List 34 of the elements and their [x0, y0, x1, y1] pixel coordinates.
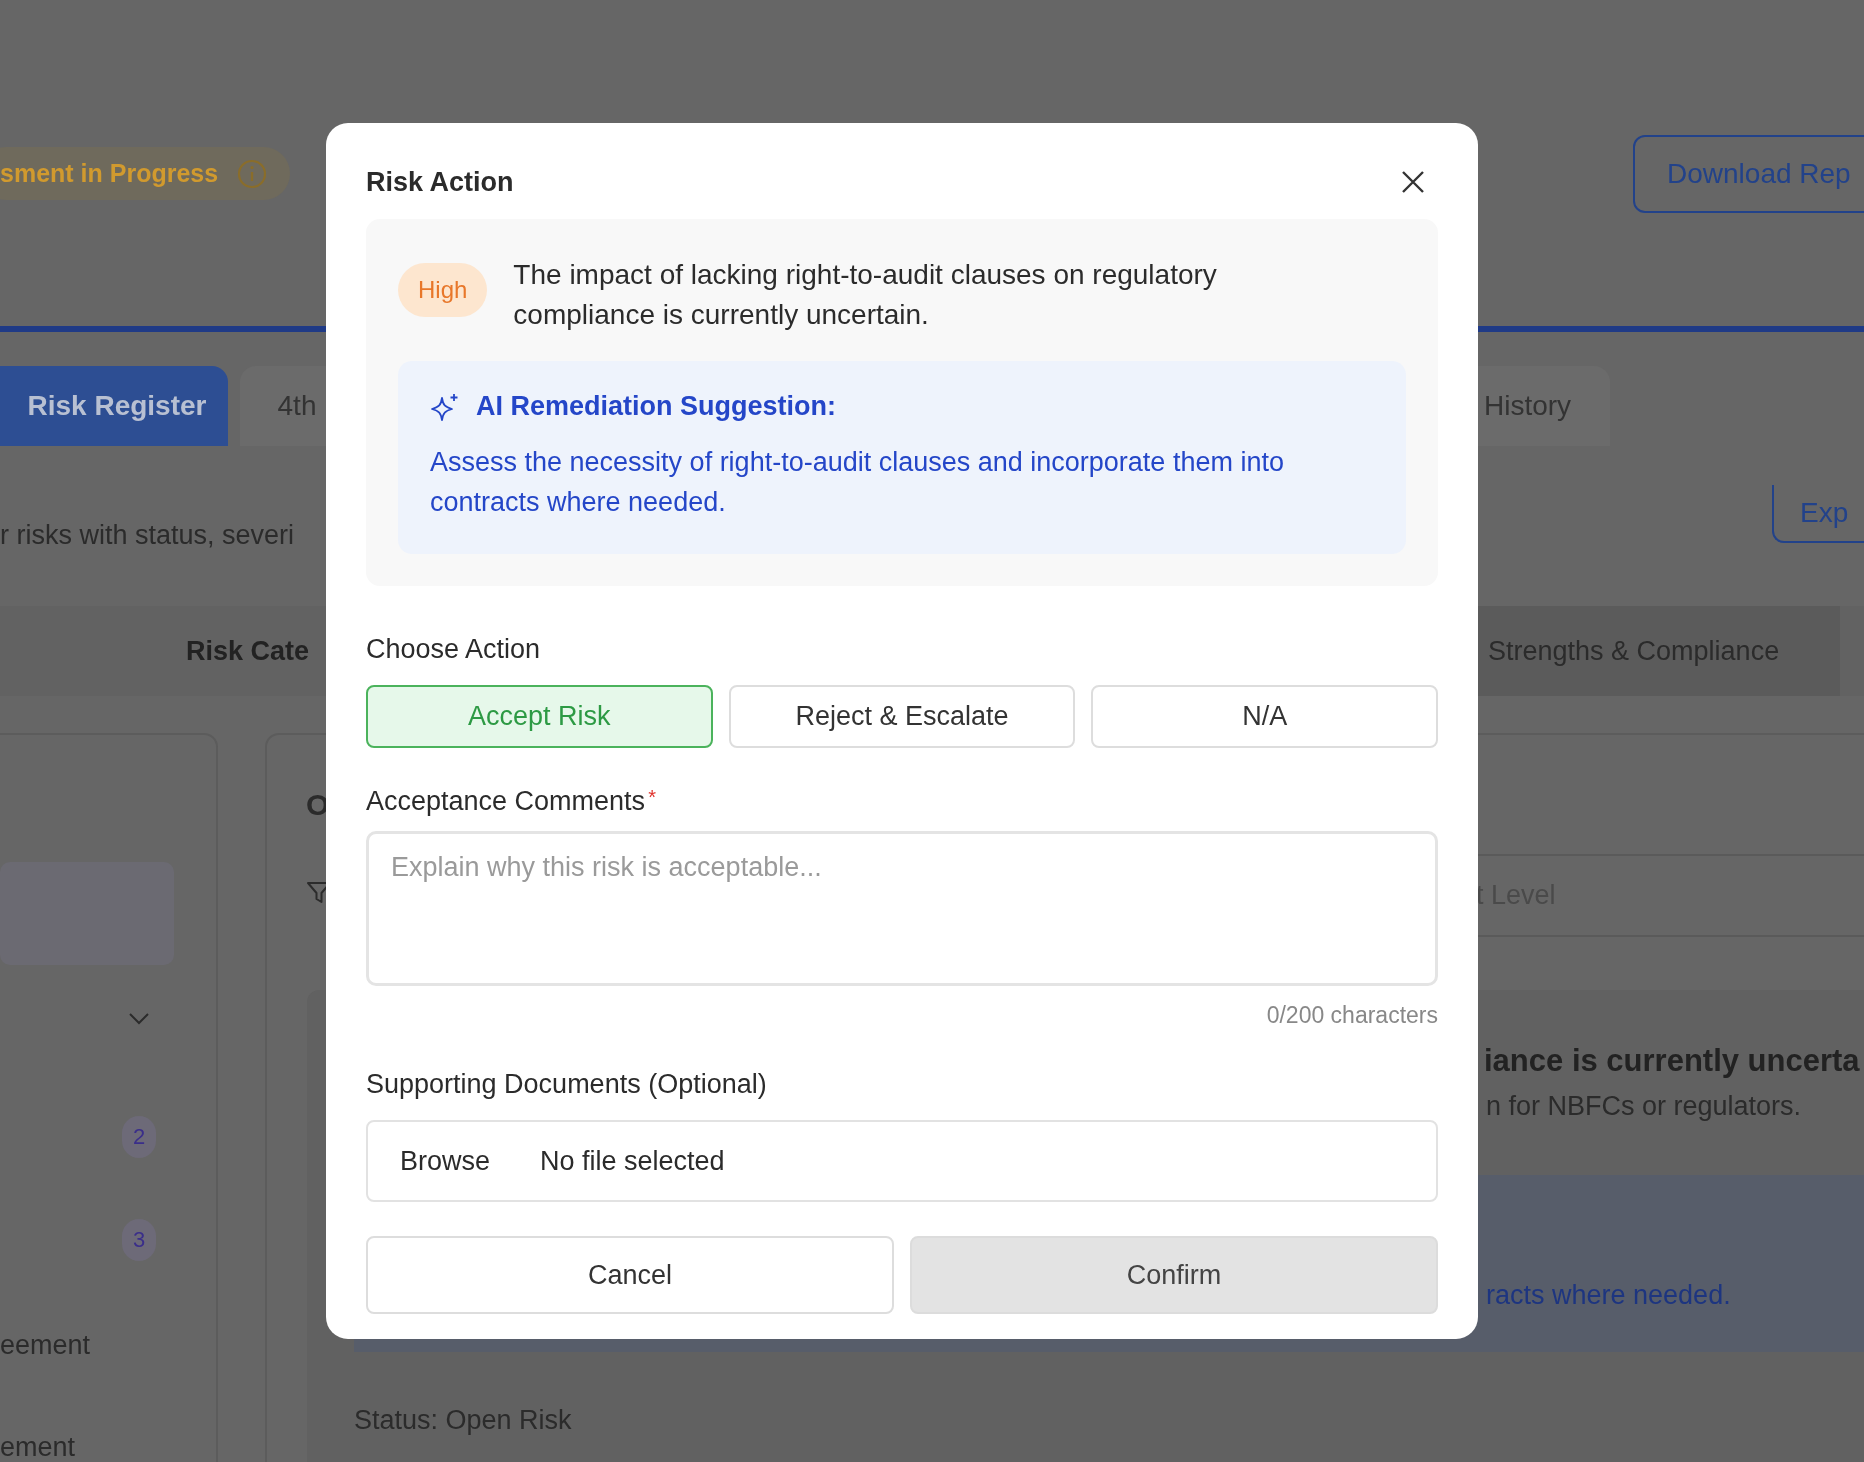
category-label[interactable]: Risk Cate [186, 636, 310, 667]
export-button[interactable]: Exp [1772, 485, 1864, 543]
status-text: sment in Progress [0, 159, 219, 188]
file-status: No file selected [540, 1145, 725, 1177]
field-label: Acceptance Comments [366, 786, 646, 817]
sparkle-icon [430, 391, 460, 422]
sidebar-item[interactable]: eement [0, 1330, 91, 1361]
count-badge: 2 [122, 1116, 156, 1158]
action-option[interactable]: Accept Risk [366, 685, 713, 748]
section-label: Choose Action [366, 634, 542, 665]
close-icon[interactable] [1400, 169, 1426, 195]
cancel-button[interactable]: Cancel [366, 1236, 894, 1314]
count-badge: 3 [122, 1219, 156, 1261]
chevron-down-icon[interactable] [128, 1012, 150, 1026]
field-label: Supporting Documents (Optional) [366, 1069, 768, 1100]
comments-field[interactable]: Explain why this risk is acceptable... [366, 831, 1438, 986]
action-option[interactable]: N/A [1091, 685, 1438, 748]
dialog-title: Risk Action [366, 166, 514, 198]
risk-description: The impact of lacking right-to-audit clauses on regulatory compliance is currently uncertain. [513, 258, 1218, 332]
suggestion-title: AI Remediation Suggestion: [476, 391, 837, 422]
required-mark: * [648, 786, 656, 809]
description-text: r risks with status, severi [0, 520, 295, 551]
action-option[interactable]: Reject & Escalate [728, 685, 1076, 748]
file-field[interactable]: Browse No file selected [366, 1120, 1438, 1202]
tab[interactable]: Risk Register [0, 366, 228, 446]
risk-title: iance is currently uncerta [1484, 1043, 1860, 1079]
character-counter: 0/200 characters [1266, 1002, 1438, 1029]
browse-button[interactable]: Browse [400, 1145, 491, 1177]
suggestion-text: Assess the necessity of right-to-audit clauses and incorporate them into contracts where needed. [430, 446, 1285, 519]
suggestion-text: racts where needed. [1486, 1280, 1731, 1311]
download-button[interactable]: Download Rep [1633, 135, 1864, 213]
sidebar-item[interactable]: ement [0, 1432, 76, 1462]
info-icon [236, 157, 269, 190]
severity-badge: High [398, 263, 488, 317]
